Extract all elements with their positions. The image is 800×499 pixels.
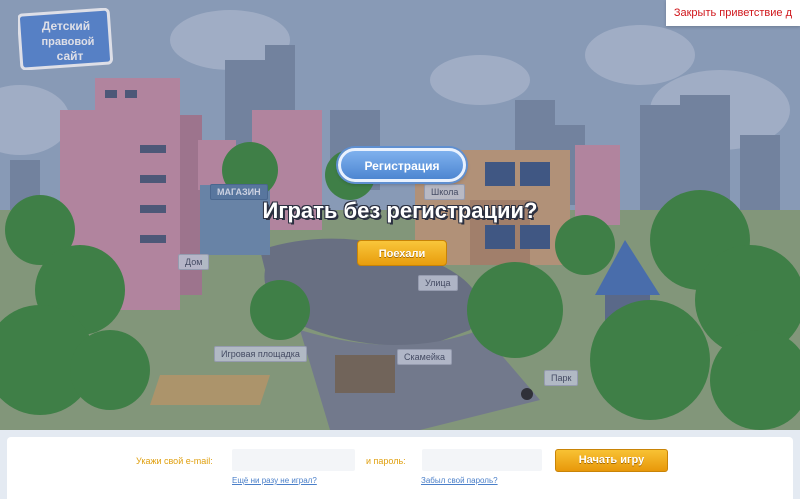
sandbox: [150, 375, 270, 405]
password-input[interactable]: [422, 449, 542, 471]
never-played-link[interactable]: Ещё ни разу не играл?: [232, 476, 317, 485]
login-panel: [7, 437, 793, 499]
svg-text:сайт: сайт: [57, 49, 84, 63]
close-welcome-link[interactable]: Закрыть приветствие д: [665, 0, 800, 26]
street-label[interactable]: Улица: [418, 275, 458, 291]
park-label[interactable]: Парк: [544, 370, 579, 386]
bench-label[interactable]: Скамейка: [397, 349, 453, 365]
playground-label[interactable]: Игровая площадка: [214, 346, 307, 362]
email-input[interactable]: [232, 449, 355, 471]
home-label[interactable]: Дом: [178, 254, 210, 270]
password-label: и пароль:: [366, 456, 406, 466]
svg-text:правовой: правовой: [42, 36, 95, 48]
bench: [335, 355, 395, 393]
email-label: Укажи свой e-mail:: [136, 456, 213, 466]
forgot-password-link[interactable]: Забыл свой пароль?: [421, 476, 498, 485]
svg-text:Детский: Детский: [42, 19, 90, 33]
site-logo[interactable]: Детский правовой сайт: [18, 8, 114, 70]
start-game-button[interactable]: Начать игру: [555, 449, 668, 472]
play-without-registration-title: Играть без регистрации?: [262, 198, 538, 223]
go-button[interactable]: Поехали: [357, 240, 447, 266]
register-button[interactable]: Регистрация: [338, 148, 466, 182]
